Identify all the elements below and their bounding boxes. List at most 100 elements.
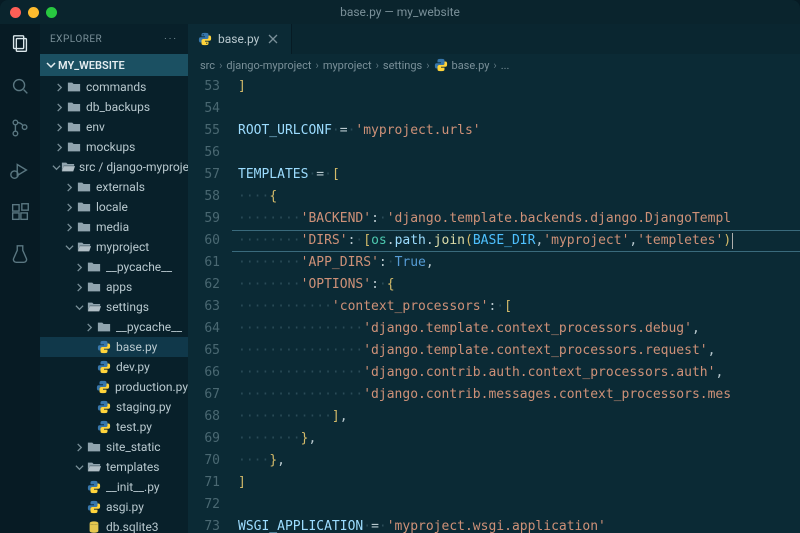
code-line[interactable]: WSGI_APPLICATION·=·'myproject.wsgi.appli… [238,516,800,533]
tree-node-label: templates [106,460,159,474]
debug-activity-icon[interactable] [8,158,32,182]
chevron-down-icon [44,60,58,70]
tab-label: base.py [218,32,259,46]
tree-file[interactable]: staging.py [40,397,188,417]
tree-folder[interactable]: locale [40,197,188,217]
code-line[interactable]: ] [238,76,800,98]
extensions-activity-icon[interactable] [8,200,32,224]
tree-folder[interactable]: apps [40,277,188,297]
tree-folder[interactable]: templates [40,457,188,477]
chevron-right-icon [72,283,86,292]
tree-node-label: asgi.py [106,500,144,514]
code-line[interactable]: ········'DIRS':·[os.path.join(BASE_DIR,'… [238,230,800,252]
breadcrumb-item[interactable]: django-myproject [226,59,311,72]
tree-file[interactable]: asgi.py [40,497,188,517]
tree-node-label: test.py [116,420,152,434]
folder-icon [76,199,92,215]
tree-folder[interactable]: src / django-myproject [40,157,188,177]
tree-node-label: commands [86,80,146,94]
tree-node-label: base.py [116,340,157,354]
code-line[interactable]: ················'django.contrib.messages… [238,384,800,406]
explorer-activity-icon[interactable] [8,32,32,56]
explorer-more-icon[interactable]: ··· [164,34,178,45]
breadcrumb-separator: › [376,59,379,72]
tree-file[interactable]: base.py [40,337,188,357]
tree-file[interactable]: __init__.py [40,477,188,497]
folder-icon [86,299,102,315]
scm-activity-icon[interactable] [8,116,32,140]
tree-folder[interactable]: commands [40,77,188,97]
code-line[interactable]: ····{ [238,186,800,208]
chevron-right-icon [52,123,66,132]
code-line[interactable]: ················'django.contrib.auth.con… [238,362,800,384]
tree-folder[interactable]: mockups [40,137,188,157]
folder-icon [76,239,92,255]
code-line[interactable]: ····}, [238,450,800,472]
code-editor[interactable]: 5354555657585960616263646566676869707172… [188,76,800,533]
code-line[interactable]: ········'APP_DIRS':·True, [238,252,800,274]
tree-file[interactable]: dev.py [40,357,188,377]
code-line[interactable]: ········'BACKEND':·'django.template.back… [238,208,800,230]
python-file-icon [96,419,112,435]
breadcrumb-item[interactable]: base.py [434,58,490,72]
breadcrumb-item[interactable]: settings [383,59,422,72]
python-file-icon [86,499,102,515]
tree-folder[interactable]: __pycache__ [40,257,188,277]
database-file-icon [86,519,102,533]
tree-file[interactable]: production.py [40,377,188,397]
code-line[interactable]: ········}, [238,428,800,450]
code-line[interactable] [238,142,800,164]
chevron-right-icon [52,143,66,152]
tree-node-label: media [96,220,129,234]
zoom-window-button[interactable] [46,7,57,18]
code-line[interactable] [238,494,800,516]
chevron-right-icon [62,203,76,212]
code-line[interactable]: ········'OPTIONS':·{ [238,274,800,296]
code-line[interactable]: ················'django.template.context… [238,318,800,340]
chevron-right-icon [72,443,86,452]
folder-icon [66,119,82,135]
minimize-window-button[interactable] [28,7,39,18]
window-title: base.py — my_website [340,5,460,19]
close-window-button[interactable] [10,7,21,18]
chevron-right-icon [52,103,66,112]
code-line[interactable]: ················'django.template.context… [238,340,800,362]
tree-node-label: db_backups [86,100,150,114]
tree-node-label: src / django-myproject [79,160,188,174]
search-activity-icon[interactable] [8,74,32,98]
folder-icon [66,79,82,95]
code-line[interactable] [238,98,800,120]
window-controls [0,7,57,18]
tree-node-label: externals [96,180,145,194]
tree-folder[interactable]: __pycache__ [40,317,188,337]
breadcrumb-item[interactable]: ... [501,59,510,72]
breadcrumbs[interactable]: src›django-myproject›myproject›settings›… [188,54,800,76]
folder-icon [66,139,82,155]
test-activity-icon[interactable] [8,242,32,266]
tree-folder[interactable]: myproject [40,237,188,257]
code-line[interactable]: ] [238,472,800,494]
tree-node-label: myproject [96,240,149,254]
chevron-right-icon [82,323,96,332]
tree-folder[interactable]: externals [40,177,188,197]
breadcrumb-item[interactable]: myproject [323,59,372,72]
explorer-root-row[interactable]: MY_WEBSITE [40,54,188,76]
tree-folder[interactable]: media [40,217,188,237]
tree-node-label: __pycache__ [106,260,172,274]
chevron-right-icon [52,83,66,92]
tree-file[interactable]: db.sqlite3 [40,517,188,533]
tree-folder[interactable]: settings [40,297,188,317]
code-line[interactable]: ············], [238,406,800,428]
code-content[interactable]: ] ROOT_URLCONF·=·'myproject.urls' TEMPLATE… [232,76,800,533]
chevron-right-icon [62,183,76,192]
code-line[interactable]: ROOT_URLCONF·=·'myproject.urls' [238,120,800,142]
tree-folder[interactable]: env [40,117,188,137]
tree-folder[interactable]: site_static [40,437,188,457]
close-tab-icon[interactable] [265,31,281,47]
code-line[interactable]: ············'context_processors':·[ [238,296,800,318]
tree-file[interactable]: test.py [40,417,188,437]
breadcrumb-item[interactable]: src [200,59,215,72]
editor-tab[interactable]: base.py [188,24,292,54]
code-line[interactable]: TEMPLATES·=·[ [238,164,800,186]
tree-folder[interactable]: db_backups [40,97,188,117]
